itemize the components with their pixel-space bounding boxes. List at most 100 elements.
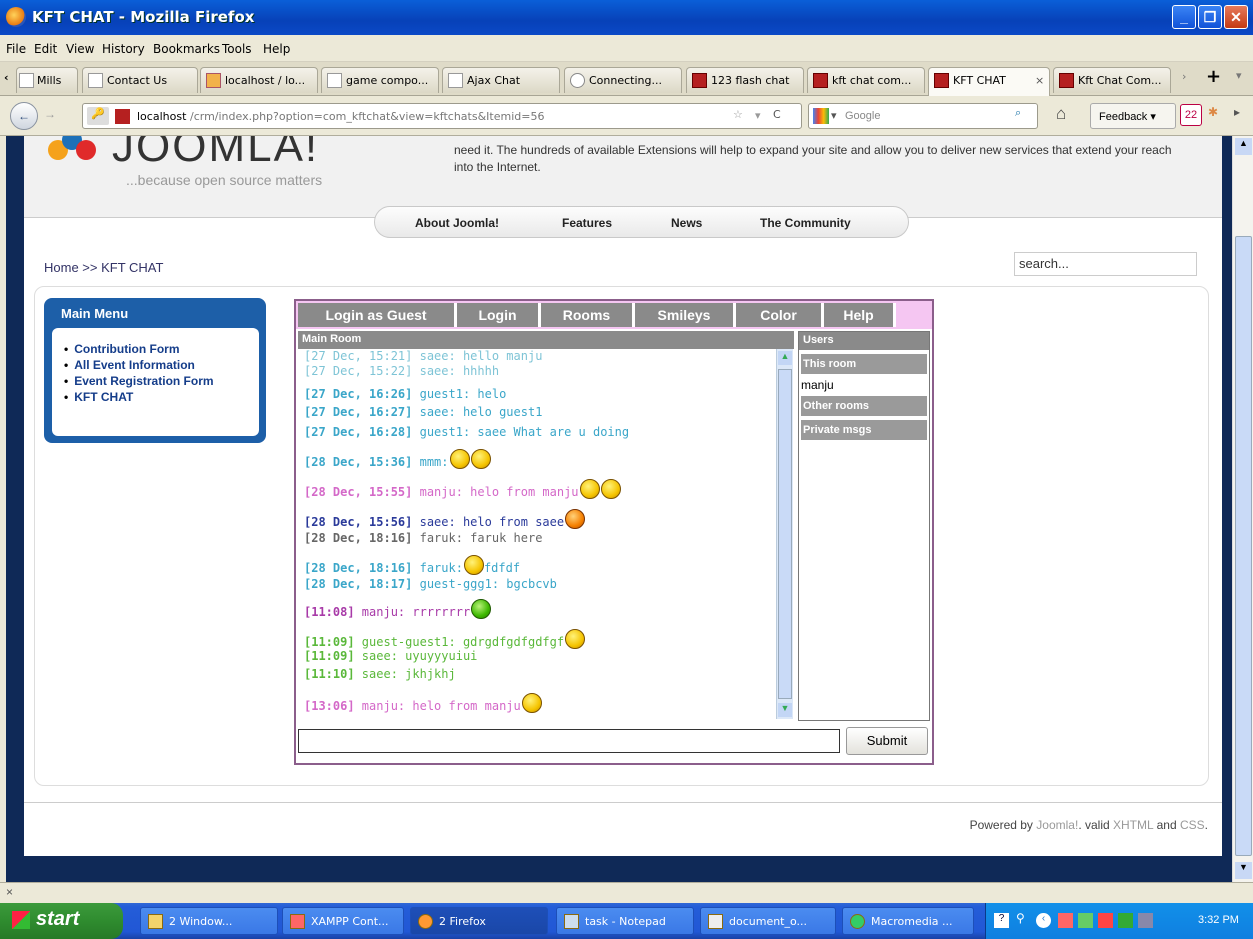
xampp-tray-icon[interactable]	[1058, 913, 1073, 928]
tab-scroll-right-icon[interactable]: ›	[1182, 70, 1186, 83]
tab-contact-us[interactable]: Contact Us	[82, 67, 198, 93]
reload-icon[interactable]: C	[773, 108, 781, 121]
menu-item-all-event-information[interactable]: All Event Information	[64, 358, 259, 372]
submit-button[interactable]: Submit	[846, 727, 928, 755]
new-tab-icon[interactable]: +	[1206, 66, 1221, 87]
tab-game-compo[interactable]: game compo...	[321, 67, 439, 93]
tab-ajax-chat[interactable]: Ajax Chat	[442, 67, 560, 93]
search-icon[interactable]: ⌕	[1015, 107, 1021, 120]
menu-file[interactable]: File	[6, 42, 26, 56]
message-scrollbar[interactable]: ▲ ▼	[776, 349, 793, 719]
nav-features[interactable]: Features	[562, 216, 612, 230]
expand-tray-icon[interactable]: ‹	[1036, 913, 1051, 928]
dropdown-icon[interactable]: ▾	[755, 109, 761, 122]
identity-icon[interactable]: 🔑	[87, 107, 109, 125]
user-manju[interactable]: manju	[801, 378, 834, 392]
smileys-button[interactable]: Smileys	[635, 303, 736, 327]
menu-item-kft-chat[interactable]: KFT CHAT	[64, 390, 259, 404]
tab-close-icon[interactable]: ×	[1035, 74, 1044, 87]
task-xampp[interactable]: XAMPP Cont...	[282, 907, 404, 935]
status-close-icon[interactable]: ×	[6, 885, 13, 899]
toolbar-overflow-icon[interactable]: ▸	[1234, 105, 1240, 119]
message-timestamp: [27 Dec, 15:21]	[304, 349, 420, 363]
tab-kft-chat-com-2[interactable]: Kft Chat Com...	[1053, 67, 1171, 93]
breadcrumb-text[interactable]: Home >> KFT CHAT	[44, 260, 163, 275]
close-button[interactable]: ✕	[1224, 5, 1248, 29]
menu-item-contribution-form[interactable]: Contribution Form	[64, 342, 259, 356]
page-scroll-up-icon[interactable]: ▲	[1235, 138, 1252, 155]
color-button[interactable]: Color	[736, 303, 824, 327]
chat-message: [27 Dec, 15:21] saee: hello manju	[304, 349, 542, 363]
chat-message: [28 Dec, 18:16] faruk: faruk here	[304, 531, 542, 545]
scroll-thumb[interactable]	[778, 369, 792, 699]
macromedia-icon	[850, 914, 865, 929]
maximize-button[interactable]: ❐	[1198, 5, 1222, 29]
feedback-button[interactable]: Feedback ▾	[1090, 103, 1176, 129]
message-input[interactable]	[298, 729, 840, 753]
room-title: Main Room	[298, 331, 794, 349]
chat-widget: Login as Guest Login Rooms Smileys Color…	[294, 299, 934, 765]
help-tray-icon[interactable]: ?	[994, 913, 1009, 928]
message-timestamp: [28 Dec, 15:36]	[304, 455, 420, 469]
page-scroll-down-icon[interactable]: ▼	[1235, 862, 1252, 879]
tab-kft-chat-com[interactable]: kft chat com...	[807, 67, 925, 93]
message-text: manju: helo from manju	[419, 485, 579, 499]
message-timestamp: [11:10]	[304, 667, 362, 681]
task-notepad[interactable]: task - Notepad	[556, 907, 694, 935]
help-button[interactable]: Help	[824, 303, 896, 327]
this-room-header[interactable]: This room	[801, 354, 927, 374]
page-scroll-thumb[interactable]	[1235, 236, 1252, 856]
chat-message: [28 Dec, 15:56] saee: helo from saee	[304, 509, 586, 529]
tab-mills[interactable]: Mills	[16, 67, 78, 93]
forward-icon[interactable]: →	[44, 107, 56, 121]
bookmark-star-icon[interactable]: ☆	[733, 108, 743, 121]
task-windows-explorer[interactable]: 2 Window...	[140, 907, 278, 935]
nav-the-community[interactable]: The Community	[760, 216, 851, 230]
tray-icon-6[interactable]	[1138, 913, 1153, 928]
menu-view[interactable]: View	[66, 42, 94, 56]
tab-connecting[interactable]: Connecting...	[564, 67, 682, 93]
notification-badge[interactable]: 22	[1180, 104, 1202, 126]
menu-bookmarks[interactable]: Bookmarks	[153, 42, 220, 56]
menu-item-event-registration-form[interactable]: Event Registration Form	[64, 374, 259, 388]
css-link[interactable]: CSS	[1180, 818, 1205, 832]
tab-kft-chat[interactable]: KFT CHAT ×	[928, 67, 1050, 96]
task-document[interactable]: document_o...	[700, 907, 836, 935]
start-button[interactable]: start	[0, 903, 123, 939]
tray-icon-5[interactable]	[1118, 913, 1133, 928]
login-button[interactable]: Login	[457, 303, 541, 327]
network-tray-icon[interactable]: ⚲	[1016, 911, 1025, 925]
addon-icon[interactable]: ✱	[1208, 105, 1218, 119]
joomla-link[interactable]: Joomla!	[1036, 818, 1078, 832]
site-search-input[interactable]: search...	[1014, 252, 1197, 276]
search-bar[interactable]: ▾ Google ⌕	[808, 103, 1038, 129]
home-icon[interactable]: ⌂	[1056, 104, 1066, 124]
page-scrollbar[interactable]: ▲ ▼	[1232, 136, 1253, 882]
menu-help[interactable]: Help	[263, 42, 290, 56]
task-macromedia[interactable]: Macromedia ...	[842, 907, 974, 935]
back-icon[interactable]: ←	[10, 102, 38, 130]
tab-localhost[interactable]: localhost / lo...	[200, 67, 318, 93]
tray-icon-3[interactable]	[1078, 913, 1093, 928]
search-engine-dropdown-icon[interactable]: ▾	[831, 109, 837, 122]
rooms-button[interactable]: Rooms	[541, 303, 635, 327]
menu-history[interactable]: History	[102, 42, 145, 56]
url-bar[interactable]: 🔑 localhost /crm/index.php?option=com_kf…	[82, 103, 802, 129]
xhtml-link[interactable]: XHTML	[1113, 818, 1153, 832]
tab-scroll-left-icon[interactable]: ‹	[4, 71, 9, 84]
joomla-wordmark: JOOMLA!	[112, 136, 320, 171]
menu-edit[interactable]: Edit	[34, 42, 57, 56]
other-rooms-header[interactable]: Other rooms	[801, 396, 927, 416]
nav-about-joomla[interactable]: About Joomla!	[415, 216, 499, 230]
private-msgs-header[interactable]: Private msgs	[801, 420, 927, 440]
scroll-down-icon[interactable]: ▼	[778, 703, 792, 717]
search-tray-icon[interactable]	[1098, 913, 1113, 928]
scroll-up-icon[interactable]: ▲	[778, 351, 792, 365]
menu-tools[interactable]: Tools	[222, 42, 252, 56]
tab-123-flash-chat[interactable]: 123 flash chat	[686, 67, 804, 93]
login-as-guest-button[interactable]: Login as Guest	[298, 303, 457, 327]
minimize-button[interactable]: _	[1172, 5, 1196, 29]
task-firefox[interactable]: 2 Firefox	[410, 907, 548, 935]
nav-news[interactable]: News	[671, 216, 702, 230]
tab-list-icon[interactable]: ▾	[1236, 69, 1242, 82]
